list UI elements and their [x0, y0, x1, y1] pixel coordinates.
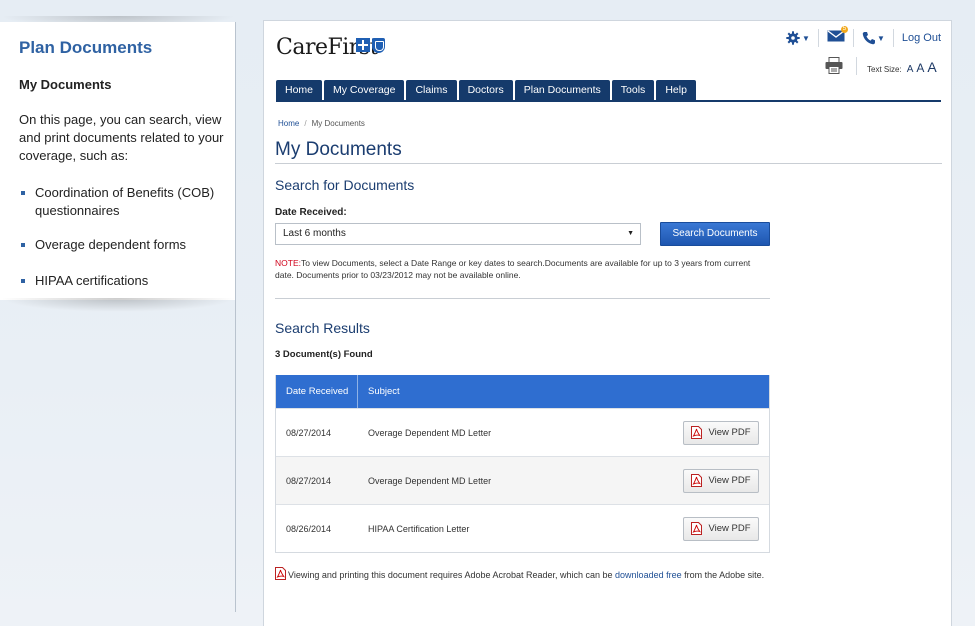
results-table: Date Received Subject 08/27/2014 Overage… [275, 375, 770, 553]
nav-underline [276, 100, 941, 102]
view-pdf-button[interactable]: View PDF [683, 420, 759, 445]
help-subtitle: My Documents [19, 77, 112, 92]
breadcrumb-current: My Documents [311, 119, 365, 128]
text-size-large[interactable]: A [927, 59, 936, 75]
section-divider [275, 298, 770, 299]
gear-icon [786, 31, 800, 45]
footnote-text-before: Viewing and printing this document requi… [288, 570, 616, 580]
row-subject: HIPAA Certification Letter [368, 523, 470, 534]
column-subject[interactable]: Subject [358, 375, 400, 408]
pdf-icon [691, 522, 703, 535]
help-list-item: Coordination of Benefits (COB) questionn… [19, 184, 224, 220]
table-header: Date Received Subject [276, 375, 769, 408]
results-count: 3 Document(s) Found [275, 349, 373, 360]
tab-plan-documents[interactable]: Plan Documents [514, 80, 610, 100]
view-pdf-label: View PDF [708, 523, 751, 534]
tab-doctors[interactable]: Doctors [458, 80, 513, 100]
row-date: 08/27/2014 [286, 427, 332, 438]
table-row: 08/26/2014 HIPAA Certification Letter Vi… [276, 504, 769, 552]
tab-tools[interactable]: Tools [611, 80, 655, 100]
table-row: 08/27/2014 Overage Dependent MD Letter V… [276, 408, 769, 456]
search-note: NOTE:To view Documents, select a Date Ra… [275, 257, 767, 281]
tools-separator [856, 57, 857, 75]
text-size-label: Text Size: [867, 65, 902, 74]
blue-cross-icon [356, 38, 370, 52]
main-nav: Home My Coverage Claims Doctors Plan Doc… [276, 80, 696, 100]
print-button[interactable] [825, 57, 843, 79]
pane-divider [235, 22, 236, 612]
tab-home[interactable]: Home [276, 80, 323, 100]
help-list: Coordination of Benefits (COB) questionn… [19, 184, 224, 290]
tab-my-coverage[interactable]: My Coverage [324, 80, 405, 100]
view-pdf-button[interactable]: View PDF [683, 468, 759, 493]
tab-claims[interactable]: Claims [406, 80, 457, 100]
download-reader-link[interactable]: downloaded free [615, 570, 682, 580]
settings-menu[interactable]: ▼ [778, 28, 818, 48]
date-range-value: Last 6 months [283, 228, 346, 239]
bcbs-logo-icon [356, 38, 385, 53]
text-size-control: Text Size: A A A [867, 59, 937, 75]
help-list-item: Overage dependent forms [19, 236, 224, 254]
text-size-medium[interactable]: A [916, 61, 924, 75]
table-row: 08/27/2014 Overage Dependent MD Letter V… [276, 456, 769, 504]
help-pane: Plan Documents My Documents On this page… [0, 0, 236, 626]
note-label: NOTE: [275, 258, 301, 268]
mail-badge: 5 [840, 26, 848, 33]
row-subject: Overage Dependent MD Letter [368, 475, 492, 486]
logout-link[interactable]: Log Out [894, 32, 941, 44]
view-pdf-label: View PDF [708, 427, 751, 438]
print-icon [825, 57, 843, 74]
row-date: 08/27/2014 [286, 475, 332, 486]
tab-help[interactable]: Help [656, 80, 696, 100]
breadcrumb: Home / My Documents [278, 119, 365, 128]
search-heading: Search for Documents [275, 177, 415, 193]
column-date-received[interactable]: Date Received [276, 375, 358, 408]
chevron-down-icon: ▼ [876, 33, 885, 43]
utility-bar: ▼ 5 ▼ Log Out [778, 26, 941, 48]
pdf-icon [275, 567, 286, 580]
note-text: To view Documents, select a Date Range o… [275, 258, 751, 280]
blue-shield-icon [372, 38, 385, 53]
help-title: Plan Documents [19, 38, 153, 57]
row-subject: Overage Dependent MD Letter [368, 427, 492, 438]
chevron-down-icon: ▼ [802, 33, 810, 43]
view-pdf-button[interactable]: View PDF [683, 516, 759, 541]
search-documents-button[interactable]: Search Documents [660, 222, 770, 246]
results-heading: Search Results [275, 320, 370, 336]
contact-menu[interactable]: ▼ [854, 28, 893, 48]
breadcrumb-home[interactable]: Home [278, 119, 299, 128]
view-pdf-label: View PDF [708, 475, 751, 486]
phone-icon [862, 32, 875, 45]
footnote-text-after: from the Adobe site. [681, 570, 765, 580]
date-range-select[interactable]: Last 6 months ▼ [275, 223, 641, 245]
acrobat-footnote: Viewing and printing this document requi… [275, 567, 775, 582]
pdf-icon [691, 474, 703, 487]
text-size-small[interactable]: A [907, 64, 914, 75]
row-date: 08/26/2014 [286, 523, 332, 534]
help-bottom-shadow [0, 298, 236, 312]
help-list-item: HIPAA certifications [19, 272, 224, 290]
messages-button[interactable]: 5 [819, 26, 853, 48]
pdf-icon [691, 426, 703, 439]
title-divider [275, 163, 942, 164]
page-title: My Documents [275, 139, 402, 160]
breadcrumb-separator: / [304, 119, 307, 128]
main-card: CareFirst ▼ 5 ▼ Log Out Text Size: A A A… [263, 20, 952, 626]
date-received-label: Date Received: [275, 207, 347, 218]
chevron-down-icon: ▼ [627, 230, 634, 237]
help-intro: On this page, you can search, view and p… [19, 112, 224, 163]
